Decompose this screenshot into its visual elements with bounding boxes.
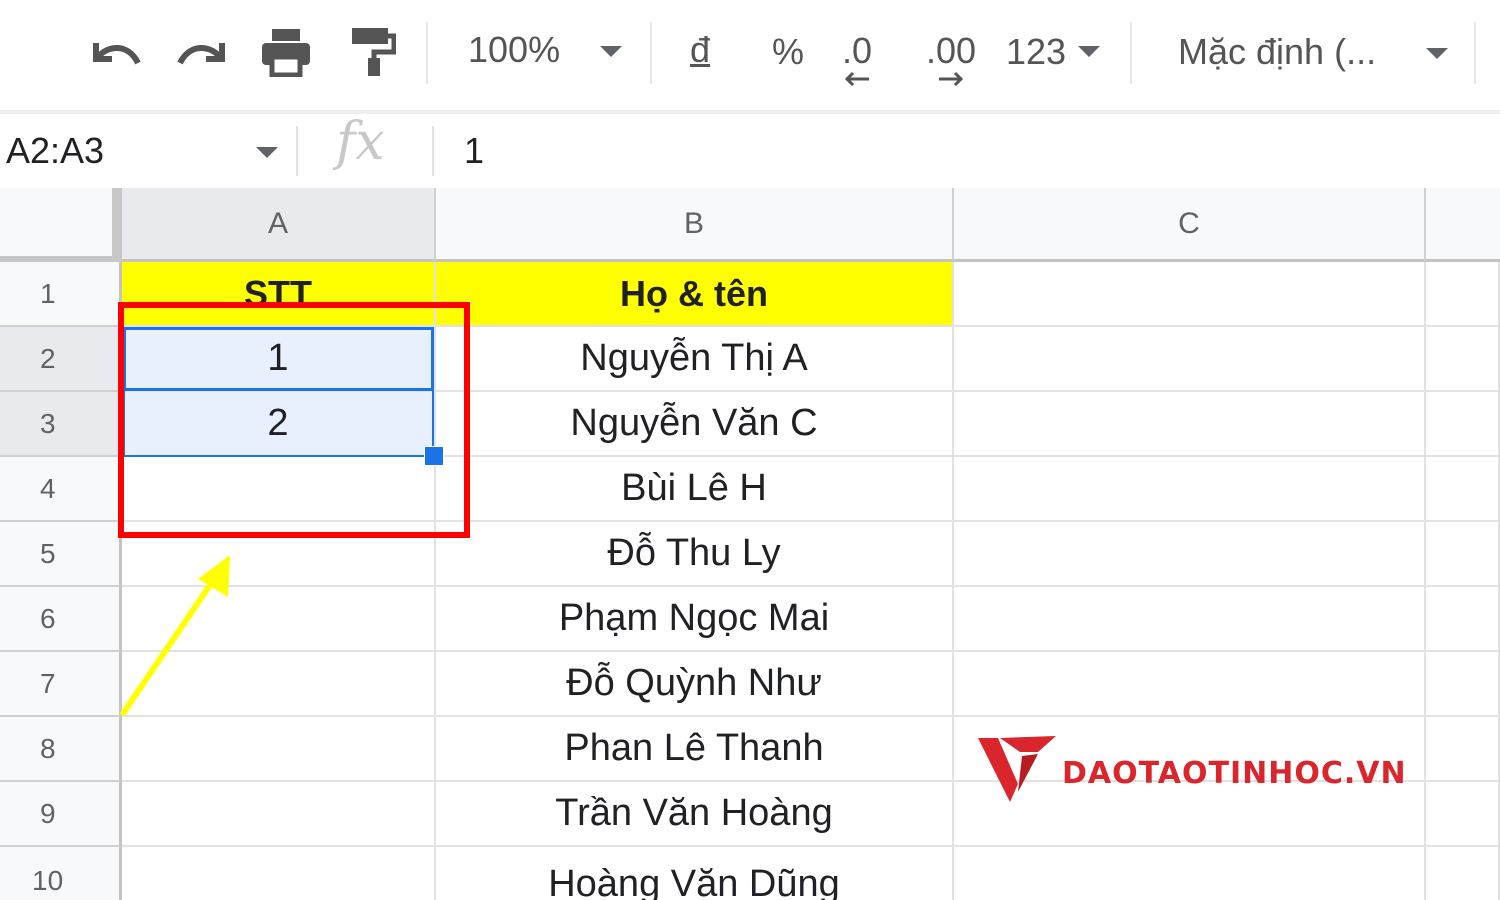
decrease-decimal-button[interactable]: .0 [842, 30, 872, 86]
row-header[interactable]: 8 [0, 717, 122, 782]
cell-c3[interactable] [954, 392, 1426, 457]
cell-d9[interactable] [1426, 782, 1500, 847]
select-all-corner[interactable] [0, 188, 122, 264]
cell-a3[interactable]: 2 [122, 392, 436, 457]
formula-bar [0, 114, 1500, 188]
cell-d4[interactable] [1426, 457, 1500, 522]
zoom-select[interactable]: 100% [468, 29, 560, 70]
fill-handle[interactable] [424, 446, 444, 466]
cell-b8[interactable]: Phan Lê Thanh [436, 717, 954, 782]
cell-c4[interactable] [954, 457, 1426, 522]
cell-a4[interactable] [122, 457, 436, 522]
column-header-b[interactable]: B [436, 188, 954, 262]
paint-format-icon[interactable] [344, 24, 400, 80]
cell-b10[interactable]: Hoàng Văn Dũng [436, 847, 954, 900]
row-header[interactable]: 10 [0, 847, 122, 900]
print-icon[interactable] [256, 24, 316, 80]
cell-d10[interactable] [1426, 847, 1500, 900]
more-formats-button[interactable]: 123 [1006, 31, 1066, 72]
chevron-down-icon[interactable] [1426, 48, 1448, 59]
cell-c7[interactable] [954, 652, 1426, 717]
formula-divider [432, 126, 434, 176]
cell-d5[interactable] [1426, 522, 1500, 587]
redo-icon[interactable] [172, 28, 232, 78]
cell-b4[interactable]: Bùi Lê H [436, 457, 954, 522]
row-header[interactable]: 9 [0, 782, 122, 847]
name-box[interactable]: A2:A3 [6, 130, 104, 172]
formula-input[interactable]: 1 [464, 130, 484, 172]
arrow-left-icon [844, 72, 870, 86]
increase-decimal-button[interactable]: .00 [926, 30, 976, 86]
row-header[interactable]: 6 [0, 587, 122, 652]
watermark-logo: DAOTAOTINHOC.VN [978, 732, 1407, 806]
row-header[interactable]: 4 [0, 457, 122, 522]
currency-format-button[interactable]: đ [690, 29, 710, 70]
brand-logo-icon [978, 736, 1056, 802]
column-header-a[interactable]: A [122, 188, 436, 262]
cell-c6[interactable] [954, 587, 1426, 652]
row-header[interactable]: 2 [0, 327, 122, 392]
cell-c10[interactable] [954, 847, 1426, 900]
cell-b7[interactable]: Đỗ Quỳnh Như [436, 652, 954, 717]
watermark-text: DAOTAOTINHOC.VN [1062, 755, 1407, 791]
chevron-down-icon[interactable] [1078, 46, 1100, 57]
cell-a2[interactable]: 1 [122, 327, 436, 392]
row-header[interactable]: 1 [0, 262, 122, 327]
cell-c1[interactable] [954, 262, 1426, 327]
cell-c2[interactable] [954, 327, 1426, 392]
cell-c5[interactable] [954, 522, 1426, 587]
cell-b5[interactable]: Đỗ Thu Ly [436, 522, 954, 587]
cell-d2[interactable] [1426, 327, 1500, 392]
cell-d6[interactable] [1426, 587, 1500, 652]
percent-format-button[interactable]: % [772, 31, 804, 72]
pointer-arrow-icon [119, 555, 230, 717]
toolbar: 100% đ % .0 .00 123 Mặc định (... [0, 0, 1500, 112]
font-select[interactable]: Mặc định (... [1178, 31, 1376, 72]
undo-icon[interactable] [86, 28, 146, 78]
cell-a8[interactable] [122, 717, 436, 782]
cell-b6[interactable]: Phạm Ngọc Mai [436, 587, 954, 652]
cell-a10[interactable] [122, 847, 436, 900]
row-header[interactable]: 3 [0, 392, 122, 457]
arrow-right-icon [939, 72, 964, 86]
column-header-d[interactable] [1426, 188, 1500, 262]
cell-a9[interactable] [122, 782, 436, 847]
column-header-c[interactable]: C [954, 188, 1426, 262]
cell-a1[interactable]: STT [122, 262, 436, 327]
formula-divider [296, 126, 298, 176]
row-header[interactable]: 5 [0, 522, 122, 587]
cell-b9[interactable]: Trần Văn Hoàng [436, 782, 954, 847]
cell-d8[interactable] [1426, 717, 1500, 782]
cell-b3[interactable]: Nguyễn Văn C [436, 392, 954, 457]
chevron-down-icon[interactable] [600, 46, 622, 57]
cell-b2[interactable]: Nguyễn Thị A [436, 327, 954, 392]
cell-d7[interactable] [1426, 652, 1500, 717]
cell-d1[interactable] [1426, 262, 1500, 327]
chevron-down-icon[interactable] [256, 147, 278, 158]
cell-d3[interactable] [1426, 392, 1500, 457]
cell-b1[interactable]: Họ & tên [436, 262, 954, 327]
row-header[interactable]: 7 [0, 652, 122, 717]
function-icon: fx [336, 112, 385, 172]
